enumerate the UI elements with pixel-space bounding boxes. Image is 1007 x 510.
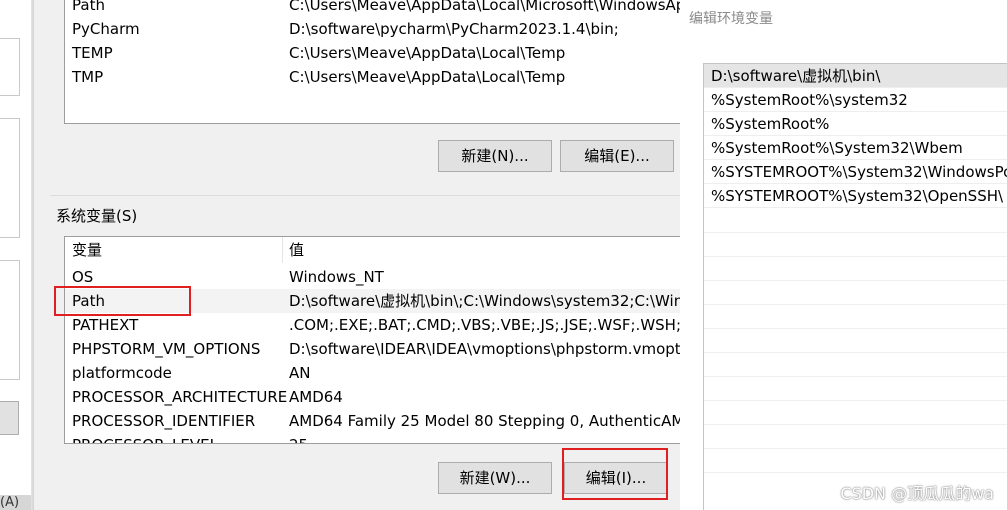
header-value[interactable]: 值 <box>289 237 304 263</box>
empty-row-line <box>704 352 1007 353</box>
var-name: PATHEXT <box>72 316 139 334</box>
user-edit-button[interactable]: 编辑(E)... <box>560 140 674 172</box>
empty-row-line <box>704 448 1007 449</box>
path-entry[interactable]: %SystemRoot% <box>704 112 1007 136</box>
empty-row-line <box>704 280 1007 281</box>
empty-row-line <box>704 304 1007 305</box>
var-value: AN <box>289 364 311 382</box>
user-new-button[interactable]: 新建(N)... <box>438 140 552 172</box>
var-value: D:\software\IDEAR\IDEA\vmoptions\phpstor… <box>289 340 680 358</box>
system-var-row[interactable]: platformcode AN <box>65 361 680 385</box>
empty-row-line <box>704 376 1007 377</box>
var-name: PROCESSOR_LEVEL <box>72 433 218 443</box>
var-value: .COM;.EXE;.BAT;.CMD;.VBS;.VBE;.JS;.JSE;.… <box>289 316 680 334</box>
system-var-row[interactable]: PROCESSOR_LEVEL 25 <box>65 433 680 443</box>
user-var-row[interactable]: TMP C:\Users\Meave\AppData\Local\Temp <box>65 65 680 89</box>
var-value: 25 <box>289 433 308 443</box>
system-variables-label: 系统变量(S) <box>56 207 138 225</box>
path-entry[interactable]: %SystemRoot%\system32 <box>704 88 1007 112</box>
empty-row-line <box>704 328 1007 329</box>
var-name: platformcode <box>72 364 172 382</box>
var-name: PROCESSOR_IDENTIFIER <box>72 412 256 430</box>
var-name: Path <box>72 0 105 14</box>
empty-row-line <box>704 400 1007 401</box>
path-entry[interactable]: %SYSTEMROOT%\System32\WindowsPowerShell\… <box>704 160 1007 184</box>
list-header: 变量 值 <box>65 237 680 263</box>
var-value: AMD64 Family 25 Model 80 Stepping 0, Aut… <box>289 412 680 430</box>
path-entry[interactable]: %SYSTEMROOT%\System32\OpenSSH\ <box>704 184 1007 208</box>
empty-row-line <box>704 424 1007 425</box>
group-separator <box>50 195 680 196</box>
path-entry-selected[interactable]: D:\software\虚拟机\bin\ <box>704 64 1007 88</box>
var-value: D:\software\pycharm\PyCharm2023.1.4\bin; <box>289 20 619 38</box>
var-value: C:\Users\Meave\AppData\Local\Temp <box>289 44 566 62</box>
var-value: AMD64 <box>289 388 343 406</box>
system-var-row[interactable]: PROCESSOR_ARCHITECTURE AMD64 <box>65 385 680 409</box>
var-value: C:\Users\Meave\AppData\Local\Temp <box>289 68 566 86</box>
system-var-row[interactable]: PHPSTORM_VM_OPTIONS D:\software\IDEAR\ID… <box>65 337 680 361</box>
annotation-highlight-edit <box>562 448 668 500</box>
var-name: PyCharm <box>72 20 140 38</box>
environment-variables-dialog: Path C:\Users\Meave\AppData\Local\Micros… <box>34 0 680 510</box>
var-name: PROCESSOR_ARCHITECTURE <box>72 388 288 406</box>
system-var-row[interactable]: PATHEXT .COM;.EXE;.BAT;.CMD;.VBS;.VBE;.J… <box>65 313 680 337</box>
background-field <box>0 118 20 238</box>
path-entries-list[interactable]: D:\software\虚拟机\bin\ %SystemRoot%\system… <box>703 63 1007 510</box>
var-value: D:\software\虚拟机\bin\;C:\Windows\system32… <box>289 292 680 310</box>
column-divider[interactable] <box>282 237 283 263</box>
system-var-row[interactable]: PROCESSOR_IDENTIFIER AMD64 Family 25 Mod… <box>65 409 680 433</box>
user-variables-list[interactable]: Path C:\Users\Meave\AppData\Local\Micros… <box>64 0 680 124</box>
user-var-row[interactable]: TEMP C:\Users\Meave\AppData\Local\Temp <box>65 41 680 65</box>
user-var-row[interactable]: Path C:\Users\Meave\AppData\Local\Micros… <box>65 0 680 17</box>
system-new-button[interactable]: 新建(W)... <box>438 462 552 494</box>
path-entry[interactable]: %SystemRoot%\System32\Wbem <box>704 136 1007 160</box>
background-button <box>0 401 19 435</box>
header-variable[interactable]: 变量 <box>72 237 102 263</box>
var-name: TEMP <box>72 44 113 62</box>
background-label: (A) <box>0 495 34 510</box>
edit-environment-variable-dialog: 编辑环境变量 D:\software\虚拟机\bin\ %SystemRoot%… <box>680 0 1007 510</box>
background-field <box>0 260 20 380</box>
empty-row-line <box>704 472 1007 473</box>
background-window-strip: (A) <box>0 0 34 510</box>
background-field <box>0 38 20 96</box>
system-variables-list[interactable]: 变量 值 OS Windows_NT Path D:\software\虚拟机\… <box>64 236 680 444</box>
var-value: Windows_NT <box>289 268 384 286</box>
empty-row-line <box>704 232 1007 233</box>
empty-row-line <box>704 256 1007 257</box>
dialog-title: 编辑环境变量 <box>689 11 773 27</box>
watermark: CSDN @顶瓜瓜的wa <box>840 484 994 503</box>
user-var-row[interactable]: PyCharm D:\software\pycharm\PyCharm2023.… <box>65 17 680 41</box>
var-value: C:\Users\Meave\AppData\Local\Microsoft\W… <box>289 0 680 14</box>
var-name: PHPSTORM_VM_OPTIONS <box>72 340 261 358</box>
var-name: TMP <box>72 68 104 86</box>
annotation-highlight-path <box>54 286 191 316</box>
